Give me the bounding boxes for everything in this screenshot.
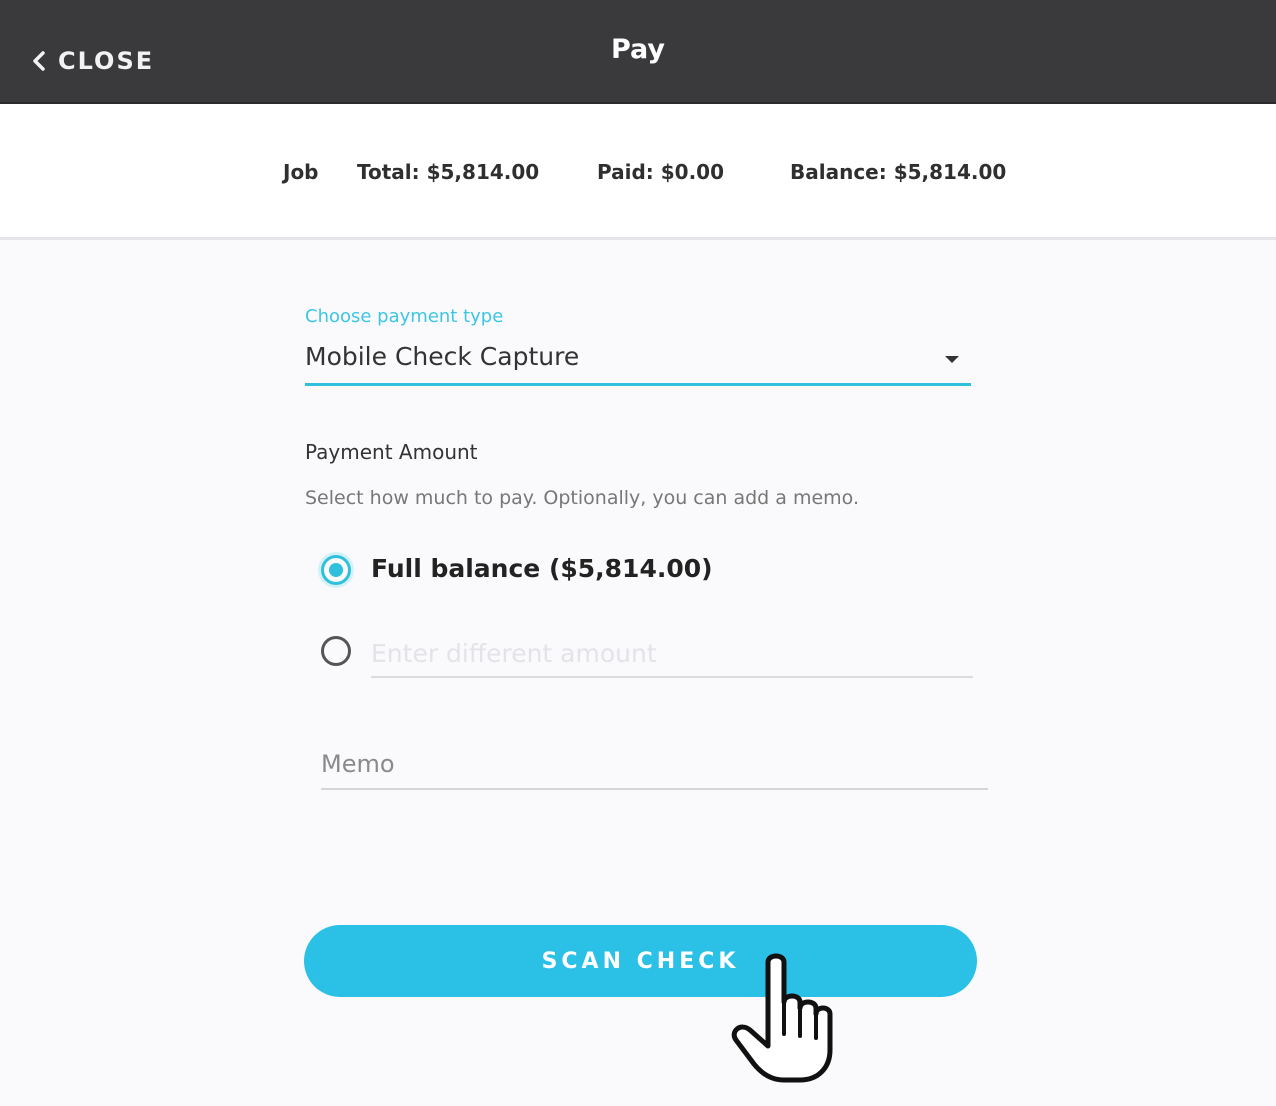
caret-down-icon (945, 356, 959, 363)
balance-amount: Balance: $5,814.00 (790, 160, 1007, 184)
different-amount-input[interactable] (371, 630, 973, 678)
payment-type-select[interactable]: Mobile Check Capture (305, 338, 971, 386)
top-bar: CLOSE Pay (0, 0, 1276, 104)
total-amount: Total: $5,814.00 (357, 160, 540, 184)
paid-amount: Paid: $0.00 (597, 160, 725, 184)
scan-check-button[interactable]: SCAN CHECK (304, 925, 977, 997)
job-label: Job (283, 160, 319, 184)
different-amount-radio[interactable] (321, 636, 351, 666)
full-balance-label[interactable]: Full balance ($5,814.00) (371, 554, 713, 583)
hand-pointer-cursor-icon (731, 953, 833, 1083)
job-summary: Job Total: $5,814.00 Paid: $0.00 Balance… (0, 104, 1276, 240)
payment-amount-description: Select how much to pay. Optionally, you … (305, 487, 859, 509)
payment-type-label: Choose payment type (305, 306, 504, 327)
page-title: Pay (610, 34, 666, 65)
full-balance-radio[interactable] (321, 555, 351, 585)
payment-amount-title: Payment Amount (305, 440, 478, 464)
memo-input[interactable] (321, 740, 988, 790)
payment-type-value: Mobile Check Capture (305, 342, 580, 371)
